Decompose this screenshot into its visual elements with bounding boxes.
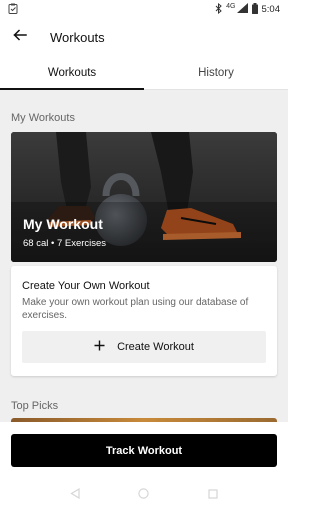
nav-back-button[interactable]: [63, 485, 87, 505]
tab-bar: Workouts History: [0, 56, 288, 90]
nav-home-button[interactable]: [132, 485, 156, 505]
top-picks-heading: Top Picks: [11, 400, 59, 412]
system-nav-bar: [0, 478, 288, 512]
tab-history[interactable]: History: [144, 56, 288, 89]
my-workouts-heading: My Workouts: [11, 112, 75, 124]
arrow-left-icon: [13, 28, 27, 46]
network-type: 4G: [226, 2, 236, 10]
signal-icon: [236, 3, 248, 15]
bluetooth-icon: [215, 2, 222, 16]
create-workout-button-label: Create Workout: [117, 341, 194, 353]
create-workout-title: Create Your Own Workout: [22, 280, 150, 292]
plus-icon: [94, 338, 105, 356]
app-bar: Workouts: [0, 18, 288, 56]
back-button[interactable]: [10, 27, 30, 47]
status-bar: 4G 5:04: [0, 0, 288, 18]
tab-workouts[interactable]: Workouts: [0, 56, 144, 90]
create-workout-card: Create Your Own Workout Make your own wo…: [11, 266, 277, 376]
workout-card-title: My Workout: [23, 216, 103, 232]
my-workout-card[interactable]: My Workout 68 cal • 7 Exercises: [11, 132, 277, 262]
create-workout-description: Make your own workout plan using our dat…: [22, 297, 249, 321]
home-circle-icon: [138, 486, 150, 504]
nav-recents-button[interactable]: [201, 485, 225, 505]
workout-card-subtitle: 68 cal • 7 Exercises: [23, 238, 107, 249]
bottom-action-area: Track Workout: [0, 422, 288, 478]
battery-icon: [251, 2, 258, 16]
clipboard-check-icon: [8, 3, 18, 16]
track-workout-button[interactable]: Track Workout: [11, 434, 277, 467]
status-time: 5:04: [261, 3, 281, 15]
page-title: Workouts: [50, 29, 105, 45]
recents-square-icon: [208, 486, 218, 504]
back-triangle-icon: [69, 486, 80, 504]
workouts-content[interactable]: My Workouts My Workout 68 cal • 7 Exerci…: [0, 90, 288, 422]
create-workout-button[interactable]: Create Workout: [22, 331, 266, 363]
